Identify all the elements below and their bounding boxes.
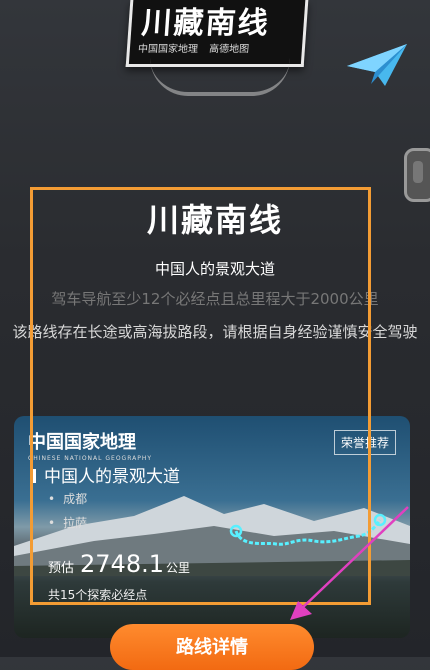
logo-partners: 中国国家地理 高德地图 xyxy=(137,40,257,55)
route-details-button[interactable]: 路线详情 xyxy=(110,624,314,670)
route-card[interactable]: 中国国家地理 CHINESE NATIONAL GEOGRAPHY 荣誉推荐 中… xyxy=(14,416,410,638)
route-line xyxy=(229,513,387,546)
distance-unit: 公里 xyxy=(166,561,191,575)
safety-warning: 该路线存在长途或高海拔路段，请根据自身经验谨慎安全驾驶 xyxy=(12,323,418,341)
header-logo: 川藏南线 中国国家地理 高德地图 xyxy=(125,0,309,67)
partner-cng: 中国国家地理 xyxy=(137,44,199,55)
distance-estimate: 预估 2748.1 公里 xyxy=(48,550,190,578)
logo-title: 川藏南线 xyxy=(140,6,271,41)
side-handle-icon[interactable] xyxy=(404,148,430,202)
route-requirement: 驾车导航至少12个必经点且总里程大于2000公里 xyxy=(51,290,379,308)
partner-amap: 高德地图 xyxy=(208,44,250,55)
estimate-label: 预估 xyxy=(48,561,75,576)
checkpoint-count: 共15个探索必经点 xyxy=(48,588,148,602)
distance-value: 2748.1 xyxy=(80,550,164,578)
logo-swoosh xyxy=(150,58,290,96)
page-subtitle: 中国人的景观大道 xyxy=(154,260,275,278)
paper-plane-icon[interactable] xyxy=(345,40,409,90)
page-title: 川藏南线 xyxy=(146,201,283,239)
